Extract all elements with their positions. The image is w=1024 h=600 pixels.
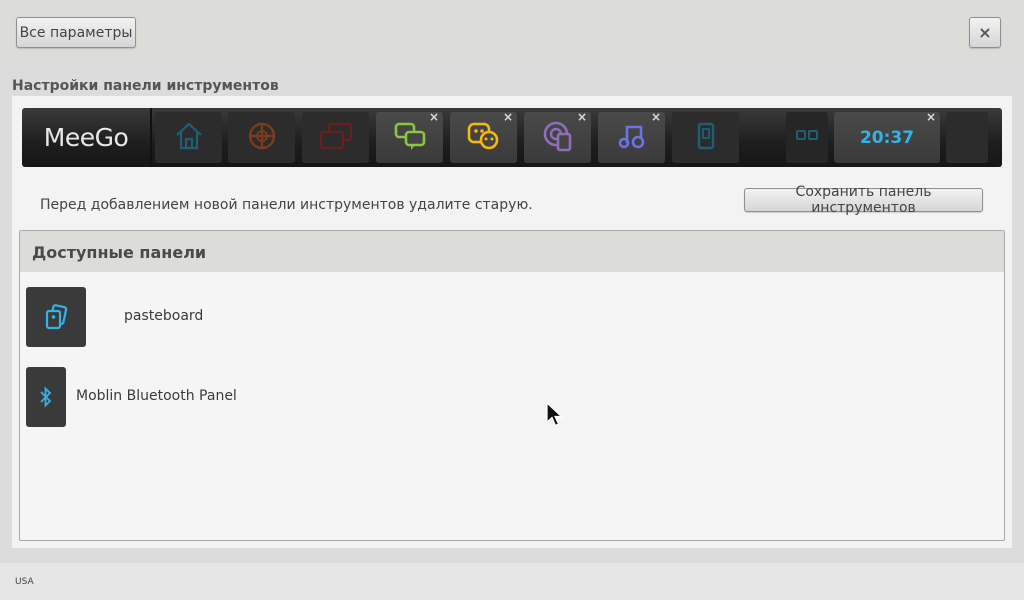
available-panels-header: Доступные панели [20,231,1004,272]
toolbar-slot-music[interactable]: × [598,110,665,163]
meego-logo: MeeGo [43,123,129,152]
zones-icon [246,120,278,156]
list-item-label: pasteboard [124,308,204,324]
toolbar-preview: MeeGo × × × × 20:37 × [22,108,1002,167]
devices-icon [694,120,718,156]
remove-panel-icon[interactable]: × [926,110,936,124]
pasteboard-icon[interactable] [26,287,86,347]
status-icon [466,120,502,156]
network-icon [795,128,819,148]
status-bar: USA [0,563,1024,600]
remove-panel-icon[interactable]: × [577,110,587,124]
divider [150,108,152,167]
toolbar-slot-empty [946,112,988,163]
locale-indicator: USA [15,577,34,587]
toolbar-slot-applications[interactable] [302,112,369,163]
top-bar: Все параметры × [0,0,1024,66]
toolbar-slot-zones[interactable] [228,112,295,163]
music-icon [616,120,648,156]
remove-panel-icon[interactable]: × [651,110,661,124]
toolbar-slot-clock[interactable]: 20:37 × [834,110,940,163]
home-icon [173,120,205,156]
remove-panel-icon[interactable]: × [503,110,513,124]
toolbar-slot-home[interactable] [155,112,222,163]
toolbar-hint-text: Перед добавлением новой панели инструмен… [40,197,533,213]
page-title: Настройки панели инструментов [12,78,279,94]
applications-icon [318,120,354,156]
available-panels-title: Доступные панели [32,243,207,262]
remove-panel-icon[interactable]: × [429,110,439,124]
people-icon [393,120,427,156]
toolbar-slot-people[interactable]: × [376,110,443,163]
available-panels-list: Доступные панели pasteboard Moblin Bluet… [19,230,1005,541]
toolbar-slot-devices[interactable] [672,112,739,163]
mouse-cursor [546,401,564,432]
toolbar-slot-network[interactable] [786,112,828,163]
bluetooth-icon[interactable] [26,367,66,427]
close-button[interactable]: × [969,17,1001,48]
list-item-label: Moblin Bluetooth Panel [76,388,237,404]
toolbar-slot-internet[interactable]: × [524,110,591,163]
clock-label: 20:37 [859,127,915,148]
save-toolbar-button[interactable]: Сохранить панель инструментов [744,184,983,216]
internet-icon [541,119,575,157]
toolbar-slot-status[interactable]: × [450,110,517,163]
all-settings-button[interactable]: Все параметры [16,17,136,48]
